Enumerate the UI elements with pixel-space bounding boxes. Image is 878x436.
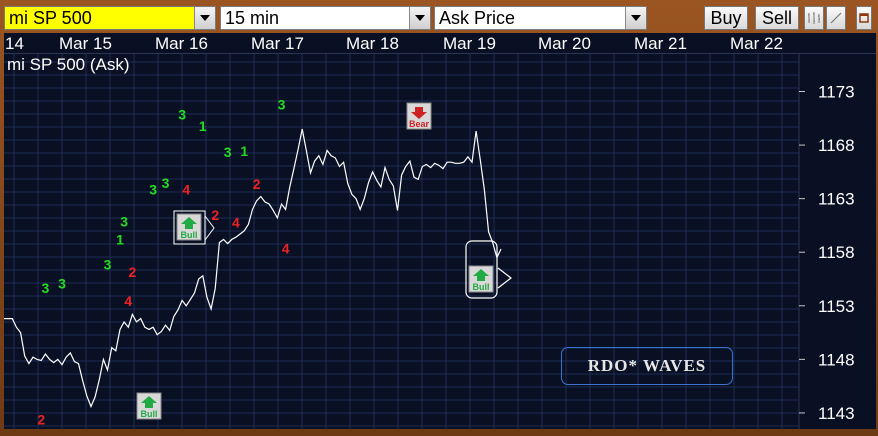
y-tick-label: 1153: [818, 297, 855, 316]
buy-button[interactable]: Buy: [704, 6, 748, 30]
date-label: Mar 22: [730, 34, 783, 53]
signal-label: Bull: [181, 230, 198, 240]
date-label: Mar 15: [59, 34, 112, 53]
signal-label: Bear: [409, 119, 430, 129]
wave-count-label: 3: [224, 144, 232, 160]
price-type-value: Ask Price: [439, 8, 516, 28]
wave-count-label: 3: [104, 256, 112, 272]
date-label: Mar 20: [538, 34, 591, 53]
wave-count-label: 4: [124, 293, 132, 309]
wave-count-label: 2: [253, 176, 261, 192]
wave-count-label: 3: [120, 214, 128, 230]
interval-select[interactable]: 15 min: [220, 6, 431, 30]
chart-panel: 14 Mar 15 Mar 16 Mar 17 Mar 18 Mar 19 Ma…: [4, 33, 876, 429]
rdo-waves-branding: RDO* WAVES: [561, 347, 733, 385]
chevron-down-icon[interactable]: [194, 7, 215, 29]
wave-count-label: 1: [116, 232, 124, 248]
price-line: [4, 128, 502, 409]
y-tick-label: 1173: [818, 83, 855, 102]
price-chart[interactable]: 11731168116311581153114811433 32313243 334…: [4, 54, 876, 429]
wave-count-label: 1: [240, 143, 248, 159]
y-tick-label: 1148: [818, 350, 855, 369]
chevron-down-icon[interactable]: [625, 7, 646, 29]
y-tick-label: 1163: [818, 190, 855, 209]
wave-count-label: 3: [278, 97, 286, 113]
bar-chart-icon[interactable]: [804, 6, 824, 30]
y-tick-label: 1168: [818, 136, 855, 155]
instrument-value: mi SP 500: [9, 8, 92, 28]
window-icon[interactable]: [856, 6, 872, 30]
wave-count-label: 3: [162, 175, 170, 191]
date-label: Mar 21: [634, 34, 687, 53]
wave-count-label: 3: [58, 276, 66, 292]
wave-count-label: 2: [211, 207, 219, 223]
wave-count-label: 3: [178, 106, 186, 122]
draw-line-icon[interactable]: [826, 6, 846, 30]
plot-area[interactable]: 1173 1168 1163 1158 1153 1148 1143 3 3 2 3 1 3 2 4 3 3 3 4…: [4, 54, 876, 429]
date-label: 14: [5, 34, 24, 53]
instrument-select[interactable]: mi SP 500: [4, 6, 216, 30]
y-tick-label: 1158: [818, 243, 855, 262]
signal-label: Bull: [473, 282, 490, 292]
wave-count-label: 4: [232, 215, 240, 231]
callout-pointer-icon: [497, 267, 512, 289]
price-type-select[interactable]: Ask Price: [434, 6, 647, 30]
wave-count-label: 1: [199, 118, 207, 134]
sell-button[interactable]: Sell: [755, 6, 799, 30]
wave-count-label: 2: [37, 412, 45, 428]
date-label: Mar 19: [443, 34, 496, 53]
chevron-down-icon[interactable]: [409, 7, 430, 29]
wave-count-label: 2: [128, 264, 136, 280]
toolbar: mi SP 500 15 min Ask Price Buy Sell: [4, 4, 874, 30]
wave-count-label: 4: [182, 181, 190, 197]
date-label: Mar 17: [251, 34, 304, 53]
wave-count-label: 3: [42, 280, 50, 296]
interval-value: 15 min: [225, 8, 280, 28]
date-label: Mar 16: [155, 34, 208, 53]
y-tick-label: 1143: [818, 404, 855, 423]
signal-label: Bull: [141, 409, 158, 419]
wave-count-label: 3: [149, 181, 157, 197]
wave-count-label: 4: [282, 240, 290, 256]
date-label: Mar 18: [346, 34, 399, 53]
date-axis: 14 Mar 15 Mar 16 Mar 17 Mar 18 Mar 19 Ma…: [4, 33, 876, 54]
chart-title: mi SP 500 (Ask): [7, 55, 130, 74]
